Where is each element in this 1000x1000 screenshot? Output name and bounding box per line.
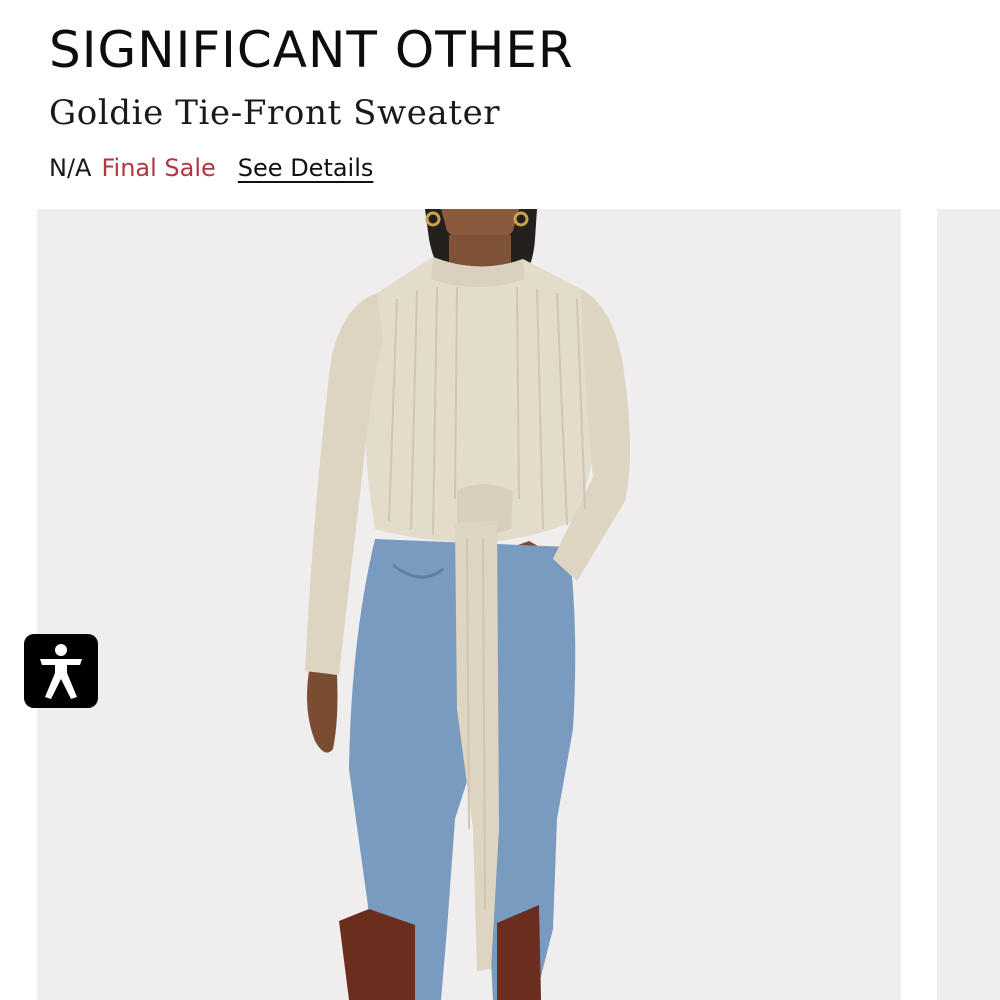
accessibility-button[interactable] [24, 634, 98, 708]
product-photo [305, 209, 630, 1000]
product-image-main[interactable] [37, 209, 901, 1000]
model-hand-left [307, 671, 338, 753]
product-title: Goldie Tie-Front Sweater [49, 93, 501, 133]
accessibility-person-icon [40, 644, 82, 699]
product-image-next[interactable] [937, 209, 1000, 1000]
model-neck [449, 235, 511, 269]
see-details-link[interactable]: See Details [238, 154, 374, 182]
boot-left [339, 909, 415, 1000]
brand-name: SIGNIFICANT OTHER [49, 21, 574, 79]
price: N/A [49, 154, 92, 182]
final-sale-label: Final Sale [101, 154, 216, 182]
price-row: N/A Final Sale See Details [49, 150, 373, 186]
product-image-gallery[interactable] [37, 209, 1000, 1000]
